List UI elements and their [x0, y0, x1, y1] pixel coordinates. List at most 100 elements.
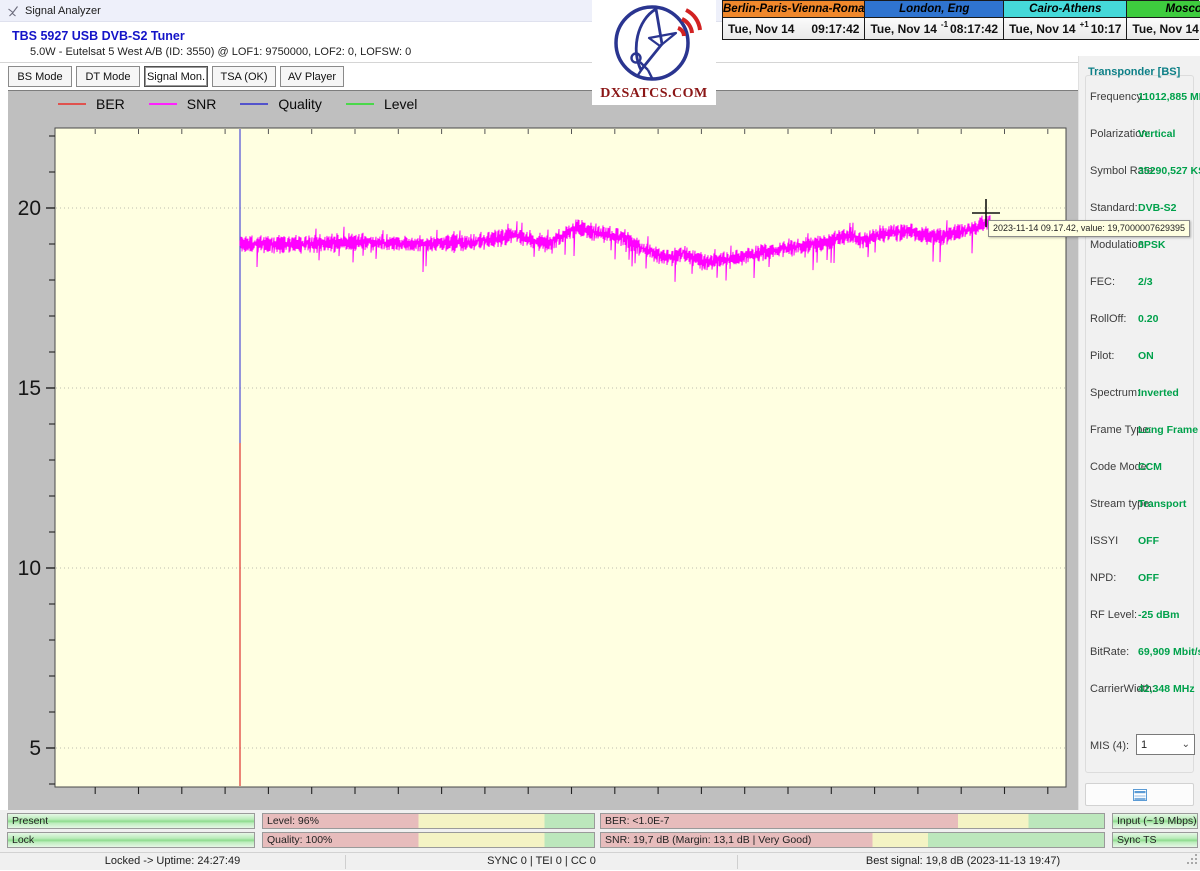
world-clock: Moscow Tue, Nov 14 +2 11:17 [1126, 1, 1200, 39]
legend-item: Quality [240, 96, 322, 112]
legend-color-line [58, 103, 86, 105]
transponder-title: Transponder [BS] [1088, 66, 1180, 78]
transponder-param-row: Code Mode: CCM [1090, 461, 1198, 498]
svg-text:10: 10 [18, 557, 41, 580]
tuner-info: 5.0W - Eutelsat 5 West A/B (ID: 3550) @ … [30, 46, 411, 58]
svg-text:5: 5 [29, 737, 41, 760]
tab-dt-mode[interactable]: DT Mode [76, 66, 140, 87]
legend-label: Quality [278, 96, 322, 112]
meter-level: Level: 96% [262, 813, 595, 829]
meter-lock: Lock [7, 832, 255, 848]
clock-datetime: Tue, Nov 14 09:17:42 [723, 18, 864, 39]
meter-label: Present [12, 815, 48, 827]
transponder-param-row: Pilot: ON [1090, 350, 1198, 387]
transponder-param-row: Stream type: Transport [1090, 498, 1198, 535]
clock-city-label: Moscow [1127, 1, 1200, 18]
transponder-param-row: BitRate: 69,909 Mbit/s [1090, 646, 1198, 683]
chart-legend: BER SNR Quality Level [58, 96, 441, 112]
clock-city-label: Cairo-Athens [1004, 1, 1126, 18]
transponder-param-row: Polarization: Vertical [1090, 128, 1198, 165]
transponder-params: Frequency: 11012,885 MHz Polarization: V… [1090, 91, 1198, 720]
transponder-list-button[interactable] [1085, 783, 1194, 806]
transponder-param-row: RollOff: 0.20 [1090, 313, 1198, 350]
legend-color-line [346, 103, 374, 105]
clock-time-text: 08:17:42 [950, 22, 998, 36]
param-label: Spectrum: [1090, 387, 1140, 399]
param-label: RF Level: [1090, 609, 1137, 621]
param-value: DVB-S2 [1138, 202, 1177, 214]
svg-text:15: 15 [18, 377, 41, 400]
legend-label: SNR [187, 96, 217, 112]
tab-bs-mode[interactable]: BS Mode [8, 66, 72, 87]
param-value: 42,348 MHz [1138, 683, 1195, 695]
app-icon [7, 5, 19, 17]
param-value: OFF [1138, 535, 1159, 547]
meter-snr: SNR: 19,7 dB (Margin: 13,1 dB | Very Goo… [600, 832, 1105, 848]
signal-chart[interactable]: 5 10 15 20 [8, 91, 1078, 811]
transponder-param-row: ISSYI OFF [1090, 535, 1198, 572]
tab-signal-mon[interactable]: Signal Mon. [144, 66, 208, 87]
param-value: Transport [1138, 498, 1186, 510]
chevron-down-icon: ⌄ [1182, 739, 1190, 750]
tab-tsa-ok[interactable]: TSA (OK) [212, 66, 276, 87]
meter-sync: Sync TS [1112, 832, 1198, 848]
statusbar-sync-counters: SYNC 0 | TEI 0 | CC 0 [346, 853, 737, 871]
svg-text:20: 20 [18, 197, 41, 220]
param-label: NPD: [1090, 572, 1116, 584]
clock-time-text: 10:17 [1091, 22, 1122, 36]
statusbar-uptime: Locked -> Uptime: 24:27:49 [0, 853, 345, 871]
param-value: ON [1138, 350, 1154, 362]
tab-label: BS Mode [17, 71, 62, 83]
param-value: Inverted [1138, 387, 1179, 399]
transponder-param-row: CarrierWidth: 42,348 MHz [1090, 683, 1198, 720]
legend-color-line [149, 103, 177, 105]
mis-dropdown[interactable]: 1 ⌄ [1136, 734, 1195, 755]
meter-label: Sync TS [1117, 834, 1157, 846]
meter-label: Input (~19 Mbps) [1117, 815, 1197, 827]
dxsatcs-logo: DXSATCS.COM [592, 0, 716, 105]
legend-item: BER [58, 96, 125, 112]
meter-label: SNR: 19,7 dB (Margin: 13,1 dB | Very Goo… [605, 834, 811, 846]
clock-utc-offset: +1 [1080, 20, 1089, 29]
transponder-param-row: NPD: OFF [1090, 572, 1198, 609]
statusbar: Locked -> Uptime: 24:27:49 SYNC 0 | TEI … [0, 852, 1200, 870]
meter-input: Input (~19 Mbps) [1112, 813, 1198, 829]
param-label: Standard: [1090, 202, 1138, 214]
clock-datetime: Tue, Nov 14 +1 10:17 [1004, 18, 1126, 39]
tab-label: AV Player [288, 71, 336, 83]
tab-av-player[interactable]: AV Player [280, 66, 344, 87]
transponder-param-row: RF Level: -25 dBm [1090, 609, 1198, 646]
meter-present: Present [7, 813, 255, 829]
param-value: 2/3 [1138, 276, 1153, 288]
meter-quality: Quality: 100% [262, 832, 595, 848]
tab-label: Signal Mon. [147, 71, 205, 83]
resize-grip[interactable] [1186, 853, 1199, 869]
tab-label: DT Mode [85, 71, 130, 83]
world-clock: London, Eng Tue, Nov 14 -1 08:17:42 [864, 1, 1003, 39]
meter-label: Quality: 100% [267, 834, 332, 846]
transponder-param-row: Spectrum: Inverted [1090, 387, 1198, 424]
legend-item: Level [346, 96, 417, 112]
clock-city-label: Berlin-Paris-Vienna-Roma [723, 1, 864, 18]
param-value: -25 dBm [1138, 609, 1179, 621]
world-clocks: Berlin-Paris-Vienna-Roma Tue, Nov 14 09:… [722, 0, 1199, 40]
statusbar-best-signal: Best signal: 19,8 dB (2023-11-13 19:47) [738, 853, 1188, 871]
legend-color-line [240, 103, 268, 105]
param-value: 11012,885 MHz [1138, 91, 1200, 103]
meter-label: Level: 96% [267, 815, 319, 827]
clock-date-text: Tue, Nov 14 [1009, 22, 1075, 36]
param-value: Long Frame [1138, 424, 1198, 436]
param-label: Pilot: [1090, 350, 1114, 362]
param-value: 35290,527 KS/s [1138, 165, 1200, 177]
mode-tabs: BS Mode DT Mode Signal Mon. TSA (OK) AV Play… [8, 66, 344, 87]
chart-value-tooltip: 2023-11-14 09.17.42, value: 19,700000762… [988, 220, 1190, 237]
clock-datetime: Tue, Nov 14 +2 11:17 [1127, 18, 1200, 39]
transponder-param-row: Modulation: 8PSK [1090, 239, 1198, 276]
param-value: Vertical [1138, 128, 1175, 140]
satellite-dish-logo-icon [592, 0, 716, 86]
tab-label: TSA (OK) [220, 71, 267, 83]
clock-utc-offset: -1 [941, 20, 948, 29]
meter-label: Lock [12, 834, 34, 846]
transponder-param-row: Symbol Rate: 35290,527 KS/s [1090, 165, 1198, 202]
world-clock: Berlin-Paris-Vienna-Roma Tue, Nov 14 09:… [723, 1, 864, 39]
